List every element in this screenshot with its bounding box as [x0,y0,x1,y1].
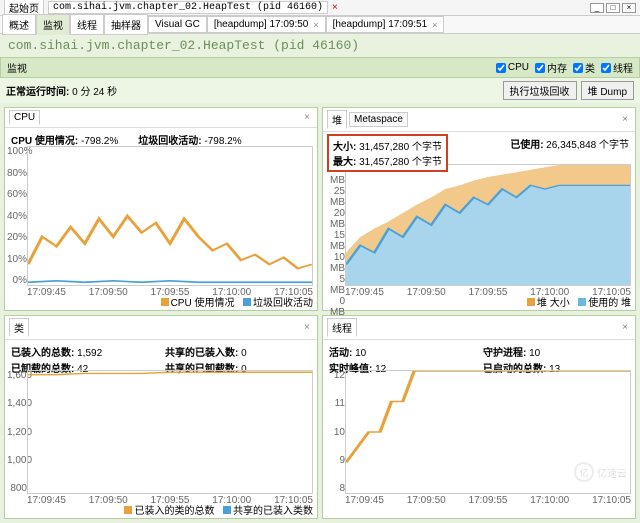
window-minimize-button[interactable]: _ [590,3,604,13]
panel-close-icon[interactable]: × [619,114,631,125]
memory-checkbox[interactable]: 内存 [535,60,567,75]
vm-tabs-toolbar: 概述 监视 线程 抽样器 Visual GC [heapdump] 17:09:… [0,16,640,34]
heap-used-label: 已使用: 26,345,848 个字节 [510,136,629,151]
close-icon[interactable]: × [313,20,318,30]
classes-panel: 类 × 已装入的总数: 1,592 共享的已装入数: 0 已卸载的总数: 42 … [4,315,318,519]
close-icon[interactable]: × [432,20,437,30]
threads-checkbox[interactable]: 线程 [601,60,633,75]
monitor-header: 监视 CPU 内存 类 线程 [0,57,640,78]
tab-heapdump-1[interactable]: [heapdump] 17:09:50× [207,16,326,33]
panel-close-icon[interactable]: × [301,112,313,123]
tab-close-icon[interactable]: × [332,2,338,13]
heap-dump-button[interactable]: 堆 Dump [581,81,634,100]
heap-chart [345,164,631,286]
window-close-button[interactable]: × [622,3,636,13]
vm-tab[interactable]: com.sihai.jvm.chapter_02.HeapTest (pid 4… [48,1,328,14]
heap-size-highlight: 大小: 31,457,280 个字节 最大: 31,457,280 个字节 [327,134,448,172]
cpu-chart [27,146,313,286]
classes-chart [27,370,313,494]
watermark: 亿亿速云 [574,462,627,482]
section-label: 监视 [7,60,27,75]
tab-visualgc[interactable]: Visual GC [148,16,207,33]
cpu-panel-tab[interactable]: CPU [9,110,40,125]
cpu-panel: CPU × CPU 使用情况: -798.2% 垃圾回收活动: -798.2% … [4,107,318,311]
classes-checkbox[interactable]: 类 [573,60,595,75]
metaspace-tab[interactable]: Metaspace [349,112,408,127]
window-maximize-button[interactable]: □ [606,3,620,13]
panel-close-icon[interactable]: × [619,322,631,333]
threads-panel: 线程 × 活动: 10 守护进程: 10 实时峰值: 12 已启动的总数: 13… [322,315,636,519]
tab-overview[interactable]: 概述 [2,14,36,35]
perform-gc-button[interactable]: 执行垃圾回收 [503,81,577,100]
tab-monitor[interactable]: 监视 [36,14,70,35]
heap-panel: 堆 Metaspace × 大小: 31,457,280 个字节 最大: 31,… [322,107,636,311]
panel-close-icon[interactable]: × [301,322,313,333]
uptime-row: 正常运行时间: 0 分 24 秒 执行垃圾回收 堆 Dump [0,78,640,103]
uptime-label: 正常运行时间: 0 分 24 秒 [6,83,117,98]
tab-threads[interactable]: 线程 [70,14,104,35]
threads-panel-tab[interactable]: 线程 [327,318,357,337]
cpu-checkbox[interactable]: CPU [496,62,529,73]
classes-panel-tab[interactable]: 类 [9,318,29,337]
tab-heapdump-2[interactable]: [heapdump] 17:09:51× [326,16,445,33]
page-title: com.sihai.jvm.chapter_02.HeapTest (pid 4… [0,34,640,57]
heap-tab[interactable]: 堆 [327,110,347,129]
tab-sampler[interactable]: 抽样器 [104,14,148,35]
